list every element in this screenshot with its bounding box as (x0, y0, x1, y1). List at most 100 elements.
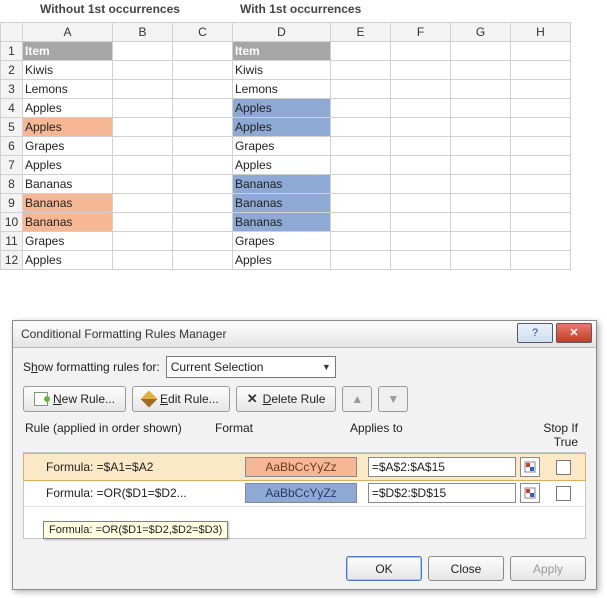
cell[interactable] (173, 251, 233, 270)
window-close-button[interactable]: ✕ (556, 323, 592, 343)
cell[interactable] (451, 156, 511, 175)
cell[interactable] (331, 80, 391, 99)
rule-row[interactable]: Formula: =$A1=$A2 AaBbCcYyZz =$A$2:$A$15 (23, 453, 586, 481)
cell[interactable]: Bananas (233, 175, 331, 194)
cell[interactable] (113, 118, 173, 137)
cell[interactable] (331, 232, 391, 251)
cell[interactable] (331, 213, 391, 232)
range-picker-button[interactable] (520, 457, 540, 477)
cell[interactable]: Apples (23, 251, 113, 270)
cell[interactable] (391, 99, 451, 118)
cell[interactable] (451, 42, 511, 61)
cell[interactable]: Grapes (23, 137, 113, 156)
cell[interactable] (511, 80, 571, 99)
cell[interactable] (331, 42, 391, 61)
cell[interactable]: Apples (23, 156, 113, 175)
scope-select[interactable]: Current Selection ▼ (166, 356, 336, 378)
cell[interactable] (451, 213, 511, 232)
cell[interactable] (173, 80, 233, 99)
cell[interactable] (113, 213, 173, 232)
cell[interactable]: Apples (233, 118, 331, 137)
apply-button[interactable]: Apply (510, 556, 586, 581)
range-picker-button[interactable] (520, 483, 540, 503)
cell[interactable] (511, 194, 571, 213)
row-header[interactable]: 7 (1, 156, 23, 175)
cell[interactable] (391, 61, 451, 80)
close-button[interactable]: Close (428, 556, 504, 581)
cell[interactable] (451, 137, 511, 156)
cell[interactable] (113, 99, 173, 118)
row-header[interactable]: 10 (1, 213, 23, 232)
cell[interactable] (391, 251, 451, 270)
cell[interactable] (451, 251, 511, 270)
cell[interactable] (391, 213, 451, 232)
row-header[interactable]: 5 (1, 118, 23, 137)
cell[interactable] (511, 213, 571, 232)
col-header[interactable]: E (331, 23, 391, 42)
cell[interactable]: Kiwis (23, 61, 113, 80)
row-header[interactable]: 2 (1, 61, 23, 80)
cell[interactable] (511, 156, 571, 175)
cell[interactable] (331, 99, 391, 118)
cell[interactable]: Apples (23, 118, 113, 137)
row-header[interactable]: 9 (1, 194, 23, 213)
cell[interactable] (511, 251, 571, 270)
cell[interactable] (331, 61, 391, 80)
cell[interactable] (331, 118, 391, 137)
row-header[interactable]: 3 (1, 80, 23, 99)
cell[interactable] (113, 156, 173, 175)
rule-row[interactable]: Formula: =OR($D1=$D2... AaBbCcYyZz =$D$2… (24, 480, 585, 507)
cell[interactable] (391, 80, 451, 99)
cell[interactable]: Grapes (233, 137, 331, 156)
cell[interactable] (173, 232, 233, 251)
cell[interactable] (331, 175, 391, 194)
stop-if-true-checkbox[interactable] (556, 486, 571, 501)
cell[interactable] (451, 232, 511, 251)
cell[interactable] (391, 194, 451, 213)
cell[interactable]: Lemons (233, 80, 331, 99)
cell[interactable] (331, 156, 391, 175)
col-header[interactable]: H (511, 23, 571, 42)
cell[interactable] (173, 42, 233, 61)
delete-rule-button[interactable]: ✕Delete Rule (236, 386, 337, 412)
applies-to-input[interactable]: =$D$2:$D$15 (368, 483, 516, 503)
new-rule-button[interactable]: New Rule... (23, 386, 126, 412)
cell[interactable]: Kiwis (233, 61, 331, 80)
cell[interactable] (391, 118, 451, 137)
cell[interactable] (391, 42, 451, 61)
cell[interactable] (173, 175, 233, 194)
cell[interactable] (113, 175, 173, 194)
cell[interactable] (511, 61, 571, 80)
cell[interactable] (173, 194, 233, 213)
cell[interactable] (173, 118, 233, 137)
cell[interactable] (451, 80, 511, 99)
cell[interactable] (511, 137, 571, 156)
cell[interactable] (451, 118, 511, 137)
row-header[interactable]: 6 (1, 137, 23, 156)
cell[interactable] (511, 232, 571, 251)
cell[interactable] (173, 156, 233, 175)
col-header[interactable]: F (391, 23, 451, 42)
cell[interactable] (451, 99, 511, 118)
cell[interactable] (173, 137, 233, 156)
cell[interactable] (451, 175, 511, 194)
cell[interactable] (451, 61, 511, 80)
cell[interactable] (113, 80, 173, 99)
cell[interactable]: Bananas (23, 175, 113, 194)
cell[interactable] (173, 213, 233, 232)
cell[interactable] (113, 137, 173, 156)
row-header[interactable]: 12 (1, 251, 23, 270)
spreadsheet-grid[interactable]: A B C D E F G H 1ItemItem2KiwisKiwis3Lem… (0, 22, 571, 270)
ok-button[interactable]: OK (346, 556, 422, 581)
cell[interactable]: Apples (233, 99, 331, 118)
cell[interactable] (331, 251, 391, 270)
cell[interactable]: Lemons (23, 80, 113, 99)
cell[interactable] (173, 61, 233, 80)
cell[interactable]: Apples (23, 99, 113, 118)
cell[interactable] (173, 99, 233, 118)
cell[interactable]: Bananas (23, 213, 113, 232)
edit-rule-button[interactable]: Edit Rule... (132, 386, 230, 412)
applies-to-input[interactable]: =$A$2:$A$15 (368, 457, 516, 477)
cell[interactable] (451, 194, 511, 213)
col-header[interactable]: A (23, 23, 113, 42)
